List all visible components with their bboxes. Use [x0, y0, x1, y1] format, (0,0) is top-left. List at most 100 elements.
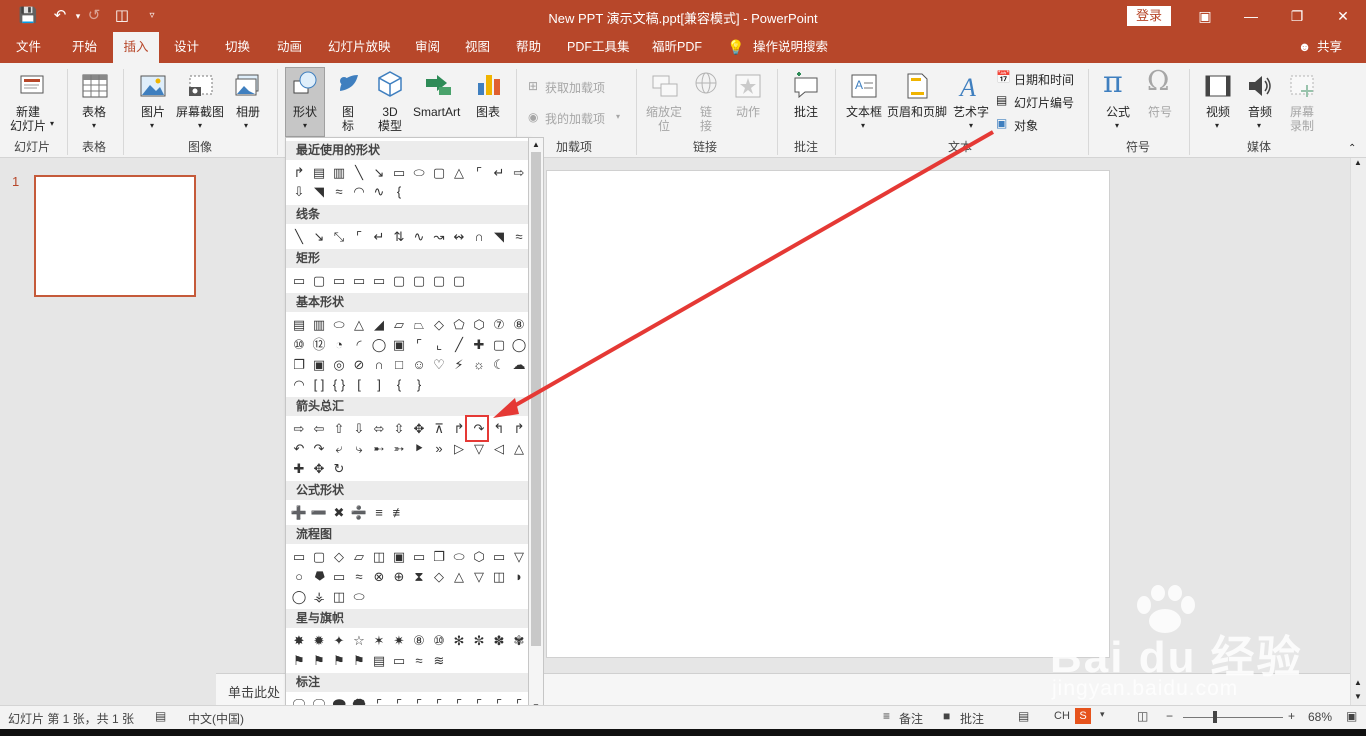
shape-curved-connector[interactable]: ∿	[409, 228, 429, 246]
smartart-button[interactable]: SmartArt	[413, 105, 460, 119]
shape-textbox[interactable]: ▤	[309, 164, 329, 182]
ime-dropdown-icon[interactable]: ▾	[1100, 709, 1105, 720]
close-icon[interactable]: ✕	[1320, 4, 1366, 28]
shape-triangle[interactable]: △	[349, 316, 369, 334]
accessibility-icon[interactable]: ▤	[155, 709, 166, 723]
shape-flowchart-document[interactable]: ▭	[409, 548, 429, 566]
shape-folded-corner[interactable]: □	[389, 356, 409, 374]
shape-dodecagon[interactable]: ⑫	[309, 336, 329, 354]
shape-elbow-connector[interactable]: ⌜	[349, 228, 369, 246]
shape-flowchart-summing-junction[interactable]: ⊗	[369, 568, 389, 586]
login-button[interactable]: 登录	[1127, 6, 1171, 26]
shape-quad-arrow[interactable]: ✥	[409, 420, 429, 438]
shape-double-brace[interactable]: { }	[329, 376, 349, 394]
shape-star-8[interactable]: ⑧	[409, 632, 429, 650]
slide-number-button[interactable]: 幻灯片编号	[1014, 94, 1074, 111]
shape-rounded-rectangle[interactable]: ▢	[309, 272, 329, 290]
shape-explosion-1[interactable]: ✸	[289, 632, 309, 650]
fit-slide-icon[interactable]: ▣	[1346, 709, 1357, 723]
shape-down-arrow[interactable]: ⇩	[289, 183, 309, 201]
shape-circular-arrow[interactable]: ↻	[329, 460, 349, 478]
shape-flowchart-sort[interactable]: ◇	[429, 568, 449, 586]
shape-arc[interactable]: ◠	[289, 376, 309, 394]
shape-curved-ribbon-down[interactable]: ⚑	[349, 652, 369, 670]
equation-button[interactable]: 公式	[1106, 105, 1130, 119]
shape-down-arrow[interactable]: ⇩	[349, 420, 369, 438]
shape-frame[interactable]: ▣	[389, 336, 409, 354]
shape-diagonal-stripe[interactable]: ╱	[449, 336, 469, 354]
shape-vertical-scroll[interactable]: ▤	[369, 652, 389, 670]
shape-line-arrow[interactable]: ↘	[309, 228, 329, 246]
minimize-icon[interactable]: —	[1228, 4, 1274, 28]
shape-curved-ribbon-up[interactable]: ⚑	[329, 652, 349, 670]
header-footer-button[interactable]: 页眉和页脚	[887, 105, 947, 119]
shape-flowchart-magnetic-disk[interactable]: ⚶	[309, 588, 329, 606]
audio-button[interactable]: 音频	[1248, 105, 1272, 119]
shape-left-brace[interactable]: {	[389, 376, 409, 394]
shape-heart[interactable]: ♡	[429, 356, 449, 374]
shape-double-bracket[interactable]: [ ]	[309, 376, 329, 394]
shape-curved-right-arrow[interactable]: ↶	[289, 440, 309, 458]
normal-view-icon[interactable]: ▤	[1018, 709, 1029, 723]
shape-flowchart-collate[interactable]: ⧗	[409, 568, 429, 586]
shape-snip-same-side-rectangle[interactable]: ▭	[349, 272, 369, 290]
shape-rectangle[interactable]: ▭	[289, 272, 309, 290]
shape-star-32[interactable]: ✾	[509, 632, 528, 650]
shape-star-6[interactable]: ✶	[369, 632, 389, 650]
shape-curved-arrow-connector[interactable]: ↝	[429, 228, 449, 246]
table-button[interactable]: 表格	[82, 105, 106, 119]
shape-line[interactable]: ╲	[289, 228, 309, 246]
pictures-dropdown-icon[interactable]: ▾	[150, 121, 154, 130]
shape-star-7[interactable]: ✷	[389, 632, 409, 650]
shape-lightning-bolt[interactable]: ⚡	[449, 356, 469, 374]
zoom-slider[interactable]	[1183, 717, 1283, 718]
shape-flowchart-multidocument[interactable]: ❐	[429, 548, 449, 566]
tab-design[interactable]: 设计	[174, 32, 199, 63]
shape-snip-round-rectangle[interactable]: ▢	[389, 272, 409, 290]
shape-flowchart-merge[interactable]: ▽	[469, 568, 489, 586]
shape-l-shape[interactable]: ⌞	[429, 336, 449, 354]
tab-insert[interactable]: 插入	[113, 32, 159, 63]
zoom-level[interactable]: 68%	[1308, 710, 1332, 724]
new-slide-dropdown-icon[interactable]: ▾	[50, 119, 54, 128]
shape-curved-left-arrow[interactable]: ↷	[309, 440, 329, 458]
shape-right-brace[interactable]: }	[409, 376, 429, 394]
shape-flowchart-delay[interactable]: ◗	[509, 568, 528, 586]
tab-animations[interactable]: 动画	[277, 32, 302, 63]
shape-up-arrow-callout[interactable]: △	[509, 440, 528, 458]
shape-star-5[interactable]: ☆	[349, 632, 369, 650]
notes-button[interactable]: 备注	[899, 710, 923, 727]
shape-textbox[interactable]: ▤	[289, 316, 309, 334]
tab-foxit-pdf[interactable]: 福昕PDF	[652, 32, 702, 63]
shape-notched-right-arrow[interactable]: ➳	[389, 440, 409, 458]
slideshow-view-icon[interactable]: ◫	[1137, 709, 1148, 723]
tab-transitions[interactable]: 切换	[225, 32, 250, 63]
next-slide-icon[interactable]: ▼	[1354, 692, 1362, 701]
shape-teardrop[interactable]: ◯	[369, 336, 389, 354]
3d-models-button[interactable]: 3D 模型	[378, 105, 402, 133]
shape-explosion-2[interactable]: ✹	[309, 632, 329, 650]
shape-flowchart-manual-operation[interactable]: ▽	[509, 548, 528, 566]
shape-multiply[interactable]: ✖	[329, 504, 349, 522]
shape-right-arrow[interactable]: ⇨	[289, 420, 309, 438]
shape-left-arrow[interactable]: ⇦	[309, 420, 329, 438]
shape-not-equal[interactable]: ≢	[389, 504, 409, 522]
language-status[interactable]: 中文(中国)	[188, 710, 244, 727]
shape-quad-arrow-callout[interactable]: ✥	[309, 460, 329, 478]
audio-dropdown-icon[interactable]: ▾	[1257, 121, 1261, 130]
shape-plus[interactable]: ➕	[289, 504, 309, 522]
shape-horizontal-scroll[interactable]: ▭	[389, 652, 409, 670]
ribbon-display-icon[interactable]: ▣	[1182, 4, 1228, 28]
shape-left-arrow-callout[interactable]: ◁	[489, 440, 509, 458]
shape-up-down-arrow[interactable]: ⇳	[389, 420, 409, 438]
shape-line[interactable]: ╲	[349, 164, 369, 182]
shape-diamond[interactable]: ◇	[429, 316, 449, 334]
video-button[interactable]: 视频	[1206, 105, 1230, 119]
shape-curve[interactable]: ∿	[369, 183, 389, 201]
comment-button[interactable]: 批注	[794, 105, 818, 119]
slide-thumbnail[interactable]	[34, 175, 196, 297]
shape-left-right-arrow[interactable]: ⬄	[369, 420, 389, 438]
shape-flowchart-sequential-storage[interactable]: ◯	[289, 588, 309, 606]
shape-smiley-face[interactable]: ☺	[409, 356, 429, 374]
shape-chevron[interactable]: »	[429, 440, 449, 458]
